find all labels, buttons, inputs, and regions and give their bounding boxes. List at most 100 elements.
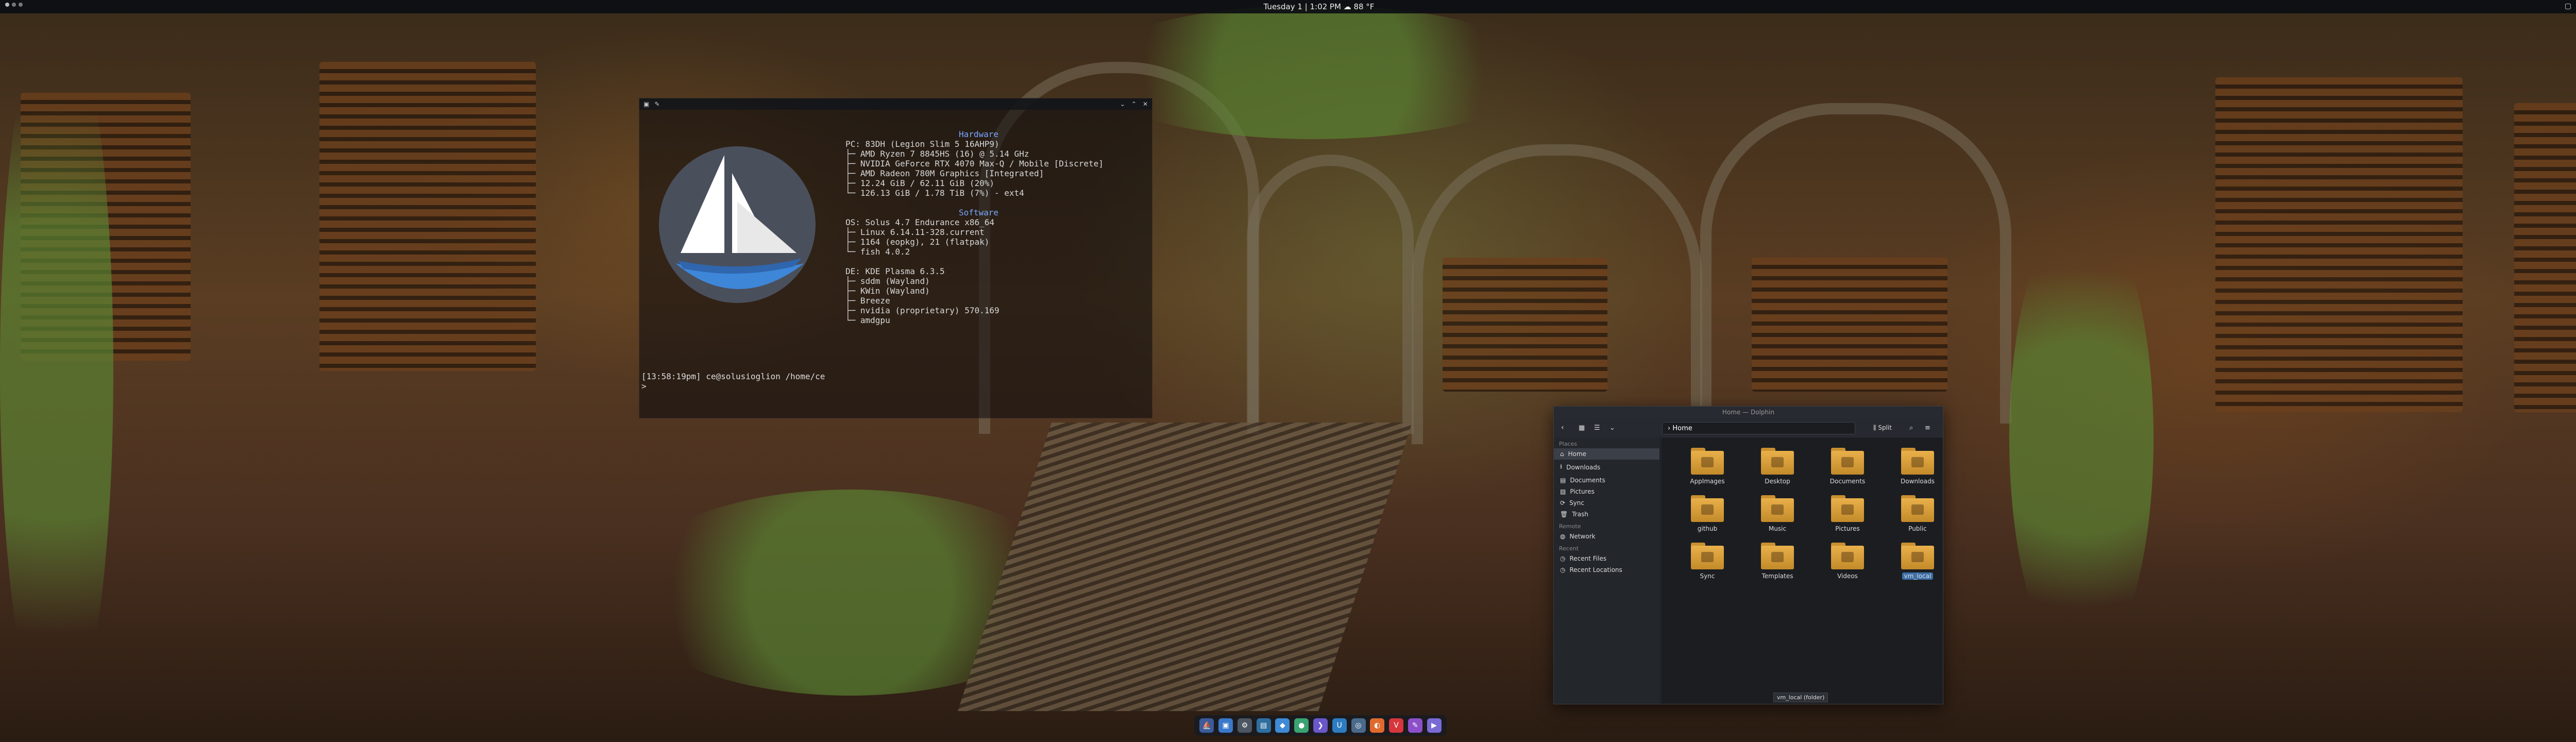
git-icon[interactable]: ◎ <box>1351 718 1366 733</box>
place-recent-locations[interactable]: ◷ Recent Locations <box>1554 564 1659 576</box>
place-pictures[interactable]: ▨ Pictures <box>1554 486 1659 497</box>
status-bar: vm_local (folder) <box>1770 692 1943 704</box>
breadcrumb-home[interactable]: Home <box>1672 425 1692 432</box>
firefox-icon[interactable]: ◐ <box>1370 718 1385 733</box>
folder-label: vm_local <box>1902 572 1934 580</box>
files-icon[interactable]: ▣ <box>1218 718 1233 733</box>
media-icon[interactable]: ▶ <box>1427 718 1442 733</box>
info-line: ├─ sddm (Wayland) <box>845 276 930 286</box>
pictures-icon: ▨ <box>1560 488 1566 495</box>
info-line: ├─ Linux 6.14.11-328.current <box>845 227 985 237</box>
folder-item[interactable]: vm_local <box>1883 543 1953 580</box>
place-network[interactable]: ◍ Network <box>1554 531 1659 542</box>
place-label: Recent Files <box>1569 555 1607 562</box>
breadcrumb[interactable]: › Home <box>1662 422 1855 434</box>
monitor-icon[interactable]: ▤ <box>1256 718 1271 733</box>
discover-icon[interactable]: ◆ <box>1275 718 1290 733</box>
folder-item[interactable]: AppImages <box>1672 448 1742 485</box>
place-downloads[interactable]: ⭳ Downloads <box>1554 460 1659 475</box>
folder-item[interactable]: Sync <box>1672 543 1742 580</box>
trash-icon: 🗑 <box>1560 511 1568 518</box>
place-label: Home <box>1568 450 1587 458</box>
info-line: ├─ NVIDIA GeForce RTX 4070 Max-Q / Mobil… <box>845 159 1104 168</box>
info-line: ├─ AMD Ryzen 7 8845HS (16) @ 5.14 GHz <box>845 149 1029 159</box>
folder-label: Sync <box>1700 572 1715 580</box>
info-line: ├─ Breeze <box>845 296 890 306</box>
view-icons-icon[interactable]: ▦ <box>1579 424 1585 432</box>
folder-item[interactable]: Public <box>1883 495 1953 532</box>
split-button[interactable]: ⫼ Split <box>1873 424 1892 432</box>
folder-label: Documents <box>1829 478 1866 485</box>
place-label: Network <box>1569 533 1596 540</box>
place-sync[interactable]: ⟳ Sync <box>1554 497 1659 509</box>
place-trash[interactable]: 🗑 Trash <box>1554 509 1659 520</box>
folder-icon <box>1691 543 1724 569</box>
notes-icon[interactable]: ✎ <box>1408 718 1422 733</box>
editor-icon[interactable]: U <box>1332 718 1347 733</box>
close-icon[interactable]: ✕ <box>1143 100 1148 108</box>
back-icon[interactable]: ‹ <box>1561 424 1564 432</box>
place-documents[interactable]: ▤ Documents <box>1554 475 1659 486</box>
folder-grid: AppImages Desktop Documents Downloads github… <box>1672 448 1953 580</box>
split-label: Split <box>1878 424 1892 431</box>
place-label: Recent Locations <box>1569 566 1622 574</box>
chat-icon[interactable]: ● <box>1294 718 1309 733</box>
settings-icon[interactable]: ⚙ <box>1237 718 1252 733</box>
info-line: └─ amdgpu <box>845 315 890 325</box>
terminal-icon[interactable]: ❯ <box>1313 718 1328 733</box>
recent-files-icon: ◷ <box>1560 555 1566 562</box>
folder-icon <box>1691 495 1724 522</box>
prompt-text: [13:58:19pm] ce@solusioglion /home/ce <box>641 372 825 381</box>
view-details-icon[interactable]: ☰ <box>1594 424 1600 432</box>
folder-item[interactable]: Documents <box>1812 448 1883 485</box>
shell-prompt[interactable]: [13:58:19pm] ce@solusioglion /home/ce > <box>641 372 825 391</box>
folder-label: Downloads <box>1901 478 1935 485</box>
folder-item[interactable]: Downloads <box>1883 448 1953 485</box>
terminal-window[interactable]: ▣ ✎ ⌄ ⌃ ✕ Hardware PC: 83DH (Legion Slim… <box>639 98 1153 418</box>
view-options-icon[interactable]: ⌄ <box>1609 424 1615 432</box>
folder-item[interactable]: Templates <box>1742 543 1812 580</box>
search-icon[interactable]: ⌕ <box>1909 424 1913 432</box>
folder-label: AppImages <box>1690 478 1725 485</box>
vivaldi-icon[interactable]: V <box>1389 718 1404 733</box>
menu-icon[interactable]: ≡ <box>1925 424 1930 432</box>
folder-item[interactable]: github <box>1672 495 1742 532</box>
folder-icon <box>1901 495 1934 522</box>
folder-icon <box>1901 543 1934 569</box>
prompt-cursor-line[interactable]: > <box>641 381 651 391</box>
folder-item[interactable]: Music <box>1742 495 1812 532</box>
place-recent-files[interactable]: ◷ Recent Files <box>1554 553 1659 564</box>
fm-titlebar[interactable]: Home — Dolphin <box>1554 407 1943 418</box>
places-panel: Places ⌂ Home ⭳ Downloads ▤ Documents ▨ Pict… <box>1554 437 1659 704</box>
maximize-icon[interactable]: ⌃ <box>1131 100 1137 108</box>
folder-item[interactable]: Videos <box>1812 543 1883 580</box>
info-line: PC: 83DH (Legion Slim 5 16AHP9) <box>845 139 999 149</box>
top-panel: Tuesday 1 | 1:02 PM ☁ 88 °F ▢ ⟳ ♪ ᛒ ◠ ▮ <box>0 0 2576 13</box>
info-line: ├─ 12.24 GiB / 62.11 GiB (20%) <box>845 178 994 188</box>
place-home[interactable]: ⌂ Home <box>1554 448 1659 460</box>
folder-icon <box>1761 448 1794 475</box>
folder-item[interactable]: Desktop <box>1742 448 1812 485</box>
file-view[interactable]: AppImages Desktop Documents Downloads github… <box>1662 437 1943 704</box>
info-line: ├─ 1164 (eopkg), 21 (flatpak) <box>845 237 990 247</box>
clock[interactable]: Tuesday 1 | 1:02 PM ☁ 88 °F <box>0 2 2576 11</box>
info-line: OS: Solus 4.7 Endurance x86_64 <box>845 217 994 227</box>
place-label: Documents <box>1570 477 1605 484</box>
terminal-titlebar[interactable]: ▣ ✎ ⌄ ⌃ ✕ <box>639 98 1152 110</box>
sync-icon: ⟳ <box>1560 499 1566 507</box>
place-label: Downloads <box>1566 463 1601 471</box>
pin-icon[interactable]: ✎ <box>654 100 659 108</box>
folder-item[interactable]: Pictures <box>1812 495 1883 532</box>
network-icon: ◍ <box>1560 533 1566 540</box>
place-label: Sync <box>1569 499 1584 507</box>
info-line: └─ 126.13 GiB / 1.78 TiB (7%) - ext4 <box>845 188 1024 198</box>
folder-label: Public <box>1908 525 1927 532</box>
file-manager-window[interactable]: Home — Dolphin ‹ ▦ ☰ ⌄ ⫼ Split ⌕ ≡ › Hom… <box>1553 406 1943 704</box>
section-header: Software <box>959 208 999 217</box>
status-text: vm_local (folder) <box>1773 693 1828 702</box>
info-line: ├─ KWin (Wayland) <box>845 286 930 296</box>
places-header: Places <box>1559 441 1577 447</box>
solus-menu-icon[interactable]: ⛵ <box>1199 718 1214 733</box>
minimize-icon[interactable]: ⌄ <box>1120 100 1125 108</box>
wallet-icon[interactable]: ▢ <box>2565 2 2571 10</box>
